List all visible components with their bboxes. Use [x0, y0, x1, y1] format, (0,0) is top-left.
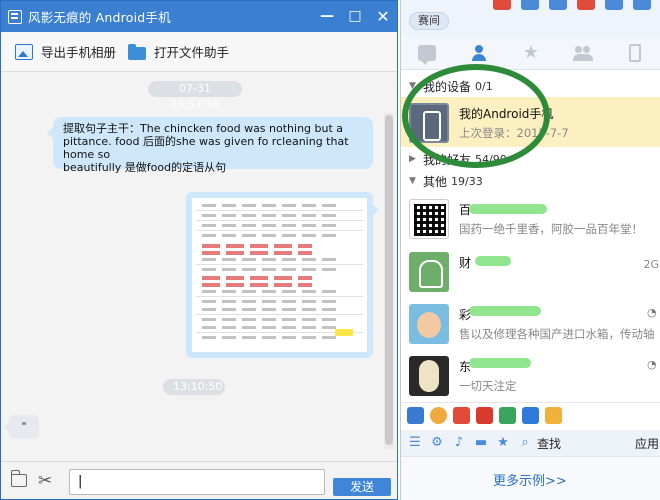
send-file-icon[interactable] [11, 470, 27, 487]
app-icon[interactable] [549, 0, 567, 10]
pet-icon[interactable] [545, 407, 562, 424]
folder-icon [128, 43, 147, 60]
tab-devices[interactable] [609, 36, 660, 70]
app-icon[interactable] [476, 407, 493, 424]
contact-row[interactable]: 东 一切天注定 [401, 350, 660, 400]
app-icon[interactable] [633, 0, 651, 10]
contact-row[interactable]: 百 国药一绝千里香，阿胶一品百年堂！ [401, 193, 660, 243]
qr-avatar [409, 199, 449, 239]
app-icon[interactable] [499, 407, 516, 424]
chart-icon[interactable] [453, 407, 470, 424]
export-album-button[interactable]: 导出手机相册 [15, 39, 116, 65]
chat-toolbar: 导出手机相册 打开文件助手 [1, 32, 397, 72]
incoming-message[interactable]: " [4, 415, 39, 439]
message-line: 提取句子主干：The chincken food was nothing but… [63, 122, 344, 135]
message-list: 07-31 14:57:36 提取句子主干：The chincken food … [1, 73, 397, 455]
panel-toolbar: ☰ ⚙ ♪ ▬ ★ ⌕ 查找 应用 [401, 430, 660, 456]
panel-header: 赛间 [401, 0, 660, 36]
tab-conversations[interactable] [401, 36, 453, 70]
contact-signature: 一切天注定 [459, 379, 517, 393]
send-button[interactable]: 发送 [333, 478, 391, 496]
message-line: beautifully 是做food的定语从句 [63, 161, 227, 174]
redaction-marker [469, 306, 541, 316]
app-icon[interactable] [407, 407, 424, 424]
folder-icon[interactable]: ▬ [473, 436, 489, 450]
ghost-avatar [409, 252, 449, 292]
app-icon[interactable] [521, 0, 539, 10]
scroll-thumb[interactable] [385, 115, 393, 445]
shield-icon[interactable] [522, 407, 539, 424]
star-icon[interactable]: ★ [495, 436, 511, 450]
app-icon[interactable] [493, 0, 511, 10]
more-examples-link[interactable]: 更多示例>> [493, 470, 567, 489]
device-icon [8, 9, 22, 24]
timestamp: 13:10:50 [163, 379, 225, 395]
tab-groups[interactable] [557, 36, 609, 70]
star-icon: ★ [522, 42, 540, 63]
message-scrollbar[interactable] [384, 113, 394, 449]
header-icons [493, 0, 651, 10]
contact-signature: 国药一绝千里香，阿胶一品百年堂！ [459, 222, 643, 236]
image-message[interactable] [186, 192, 379, 358]
incoming-message[interactable]: 提取句子主干：The chincken food was nothing but… [47, 117, 373, 174]
chat-bubble-icon [418, 45, 436, 65]
redaction-marker [469, 358, 531, 368]
penguin-avatar [409, 356, 449, 396]
search-icon[interactable]: ⌕ [517, 436, 533, 450]
contact-signature: 售以及修理各种国产进口水箱，传动轴 [459, 327, 655, 341]
app-bar [401, 402, 660, 428]
apps-button[interactable]: 应用 [635, 435, 659, 452]
annotation-circle [402, 64, 550, 168]
photo-album-icon [15, 43, 33, 60]
group-others[interactable]: ▼ 其他 19/33 [401, 171, 660, 191]
rank-tag[interactable]: 赛间 [409, 12, 449, 30]
wifi-icon: ◔ [647, 306, 657, 319]
child-avatar [409, 304, 449, 344]
speaker-icon[interactable]: ♪ [451, 436, 467, 450]
chat-window: 风影无痕的 Android手机 — □ ✕ 导出手机相册 打开文件助手 07-3… [0, 0, 398, 500]
phone-icon [629, 44, 641, 62]
group-label: 其他 [423, 174, 448, 189]
menu-icon[interactable]: ☰ [407, 436, 423, 450]
maximize-button[interactable]: □ [346, 7, 364, 25]
close-button[interactable]: ✕ [374, 7, 392, 26]
tab-favorites[interactable]: ★ [505, 36, 557, 70]
title-bar: 风影无痕的 Android手机 — □ ✕ [1, 1, 397, 32]
contact-row[interactable]: 财 2G [401, 246, 660, 296]
collapse-arrow-icon: ▶ [409, 154, 416, 164]
gear-icon[interactable]: ⚙ [429, 436, 445, 450]
composer: ✂ | 发送 [1, 461, 397, 499]
app-icon[interactable] [430, 407, 447, 424]
timestamp: 07-31 14:57:36 [148, 81, 242, 111]
open-file-helper-button[interactable]: 打开文件助手 [128, 39, 229, 65]
window-title: 风影无痕的 Android手机 [28, 10, 171, 25]
group-count: 19/33 [451, 174, 483, 188]
redaction-marker [475, 256, 511, 266]
expand-arrow-icon: ▼ [409, 176, 416, 186]
group-icon [573, 45, 593, 61]
more-examples-bar: 更多示例>> [401, 456, 660, 500]
message-line: pittance. food 后面的she was given fo rclea… [63, 135, 349, 161]
app-icon[interactable] [605, 0, 623, 10]
panel-tabs: ★ [401, 36, 660, 70]
contact-icon [472, 45, 486, 61]
message-input[interactable]: | [69, 469, 325, 495]
export-album-label: 导出手机相册 [41, 45, 117, 60]
search-label[interactable]: 查找 [537, 435, 561, 452]
spreadsheet-image [192, 198, 367, 352]
wifi-icon: ◔ [647, 358, 657, 371]
screenshot-scissors-icon[interactable]: ✂ [38, 471, 52, 491]
app-icon[interactable] [577, 0, 595, 10]
network-type: 2G [643, 258, 659, 271]
minimize-button[interactable]: — [318, 7, 336, 25]
open-file-helper-label: 打开文件助手 [154, 45, 230, 60]
contact-name: 财 [459, 256, 472, 270]
screenshot-root: 风影无痕的 Android手机 — □ ✕ 导出手机相册 打开文件助手 07-3… [0, 0, 660, 500]
redaction-marker [469, 204, 547, 214]
